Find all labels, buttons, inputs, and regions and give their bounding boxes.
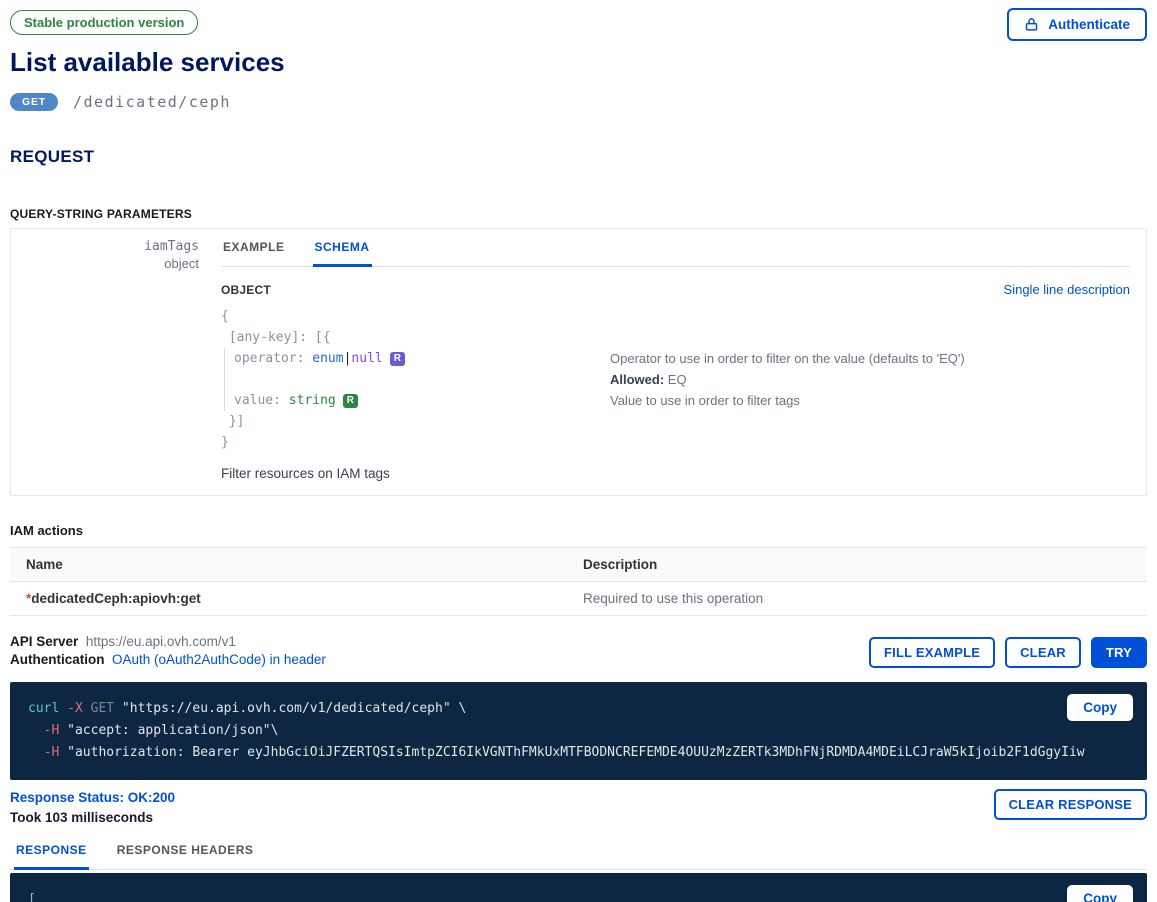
iam-action-name: dedicatedCeph:apiovh:get bbox=[31, 591, 201, 606]
allowed-value: EQ bbox=[664, 372, 686, 387]
action-buttons: FILL EXAMPLE CLEAR TRY bbox=[869, 637, 1147, 668]
tab-response[interactable]: RESPONSE bbox=[14, 837, 89, 870]
schema-view: { [any-key]: [{ operator: enum|nullR Ope… bbox=[221, 306, 1130, 453]
schema-operator-row: operator: enum|nullR Operator to use in … bbox=[225, 348, 1130, 369]
schema-open-brace: { bbox=[221, 306, 615, 327]
param-type: object bbox=[11, 255, 199, 272]
clear-button[interactable]: CLEAR bbox=[1005, 637, 1081, 668]
schema-tabs: EXAMPLE SCHEMA bbox=[221, 229, 1130, 267]
curl-code-block: Copy curl -X GET "https://eu.api.ovh.com… bbox=[10, 682, 1147, 780]
schema-line: }] bbox=[221, 411, 1130, 432]
column-header-description: Description bbox=[567, 548, 1147, 582]
tab-response-headers[interactable]: RESPONSE HEADERS bbox=[115, 837, 256, 870]
lock-icon bbox=[1024, 17, 1039, 32]
clear-response-button[interactable]: CLEAR RESPONSE bbox=[994, 789, 1147, 820]
tab-schema[interactable]: SCHEMA bbox=[313, 229, 372, 267]
schema-line: } bbox=[221, 432, 1130, 453]
fill-example-button[interactable]: FILL EXAMPLE bbox=[869, 637, 995, 668]
api-console-page: Stable production version Authenticate L… bbox=[0, 0, 1157, 902]
schema-allowed-row: Allowed: EQ bbox=[225, 369, 1130, 390]
table-header-row: Name Description bbox=[10, 548, 1147, 582]
authentication-label: Authentication bbox=[10, 652, 105, 667]
authenticate-button[interactable]: Authenticate bbox=[1007, 8, 1147, 41]
curl-line-1: curl -X GET "https://eu.api.ovh.com/v1/d… bbox=[28, 698, 1129, 720]
curl-line-2: -H "accept: application/json"\ bbox=[28, 720, 1129, 742]
try-button[interactable]: TRY bbox=[1091, 637, 1147, 668]
param-footer-description: Filter resources on IAM tags bbox=[221, 466, 1130, 481]
required-badge-operator: R bbox=[390, 352, 405, 366]
page-title: List available services bbox=[10, 47, 1147, 78]
query-param-panel: iamTags object EXAMPLE SCHEMA OBJECT Sin… bbox=[10, 228, 1147, 496]
api-server-label: API Server bbox=[10, 634, 78, 649]
iam-actions-table: Name Description *dedicatedCeph:apiovh:g… bbox=[10, 547, 1147, 616]
tab-example[interactable]: EXAMPLE bbox=[221, 229, 287, 267]
column-header-name: Name bbox=[10, 548, 567, 582]
required-badge-value: R bbox=[343, 394, 358, 408]
curl-line-3: -H "authorization: Bearer eyJhbGciOiJFZE… bbox=[28, 742, 1129, 764]
http-method-badge: GET bbox=[10, 93, 58, 111]
endpoint-path: /dedicated/ceph bbox=[73, 93, 231, 111]
param-identity: iamTags object bbox=[11, 229, 209, 495]
schema-close-brace: } bbox=[221, 432, 615, 453]
single-line-description: Single line description bbox=[1004, 282, 1130, 297]
value-type-string: string bbox=[289, 393, 336, 408]
response-body-block: Copy [ "c79b007e-a518-4379-88d8-c60fc28a… bbox=[10, 873, 1147, 902]
copy-response-button[interactable]: Copy bbox=[1067, 885, 1133, 902]
operator-type-null: null bbox=[351, 351, 382, 366]
copy-curl-button[interactable]: Copy bbox=[1067, 694, 1133, 721]
value-description: Value to use in order to filter tags bbox=[610, 390, 1130, 411]
response-status: Response Status: OK:200 bbox=[10, 789, 175, 806]
query-string-parameters-heading: QUERY-STRING PARAMETERS bbox=[10, 207, 1147, 221]
value-key: value: bbox=[234, 393, 289, 408]
operator-description: Operator to use in order to filter on th… bbox=[610, 348, 1130, 369]
schema-close-inner: }] bbox=[221, 411, 615, 432]
response-duration: Took 103 milliseconds bbox=[10, 809, 175, 826]
oauth-link[interactable]: OAuth (oAuth2AuthCode) in header bbox=[112, 652, 326, 667]
operator-key: operator: bbox=[234, 351, 312, 366]
param-detail: EXAMPLE SCHEMA OBJECT Single line descri… bbox=[209, 229, 1146, 495]
object-header: OBJECT Single line description bbox=[221, 282, 1130, 297]
param-name: iamTags bbox=[11, 238, 199, 255]
table-row: *dedicatedCeph:apiovh:get Required to us… bbox=[10, 582, 1147, 616]
operator-type-enum: enum bbox=[312, 351, 343, 366]
response-tabs: RESPONSE RESPONSE HEADERS bbox=[10, 837, 1147, 870]
schema-value-row: value: string R Value to use in order to … bbox=[225, 390, 1130, 411]
api-info-row: API Server https://eu.api.ovh.com/v1 Aut… bbox=[10, 633, 1147, 669]
api-server-value: https://eu.api.ovh.com/v1 bbox=[86, 634, 236, 649]
schema-line: { bbox=[221, 306, 1130, 327]
response-status-row: Response Status: OK:200 Took 103 millise… bbox=[10, 789, 1147, 826]
api-info: API Server https://eu.api.ovh.com/v1 Aut… bbox=[10, 633, 326, 669]
response-line-1: [ bbox=[28, 889, 1129, 902]
iam-actions-heading: IAM actions bbox=[10, 523, 1147, 538]
endpoint-row: GET /dedicated/ceph bbox=[10, 93, 1147, 111]
request-section-heading: REQUEST bbox=[10, 147, 1147, 167]
schema-nested-block: operator: enum|nullR Operator to use in … bbox=[224, 348, 1130, 411]
authenticate-label: Authenticate bbox=[1048, 17, 1130, 32]
allowed-label: Allowed: bbox=[610, 372, 664, 387]
object-label: OBJECT bbox=[221, 283, 271, 297]
version-badge: Stable production version bbox=[10, 10, 198, 35]
schema-line: [any-key]: [{ bbox=[221, 327, 1130, 348]
schema-anykey-line: [any-key]: [{ bbox=[221, 327, 615, 348]
top-bar: Stable production version Authenticate bbox=[10, 8, 1147, 41]
iam-action-description: Required to use this operation bbox=[567, 582, 1147, 616]
